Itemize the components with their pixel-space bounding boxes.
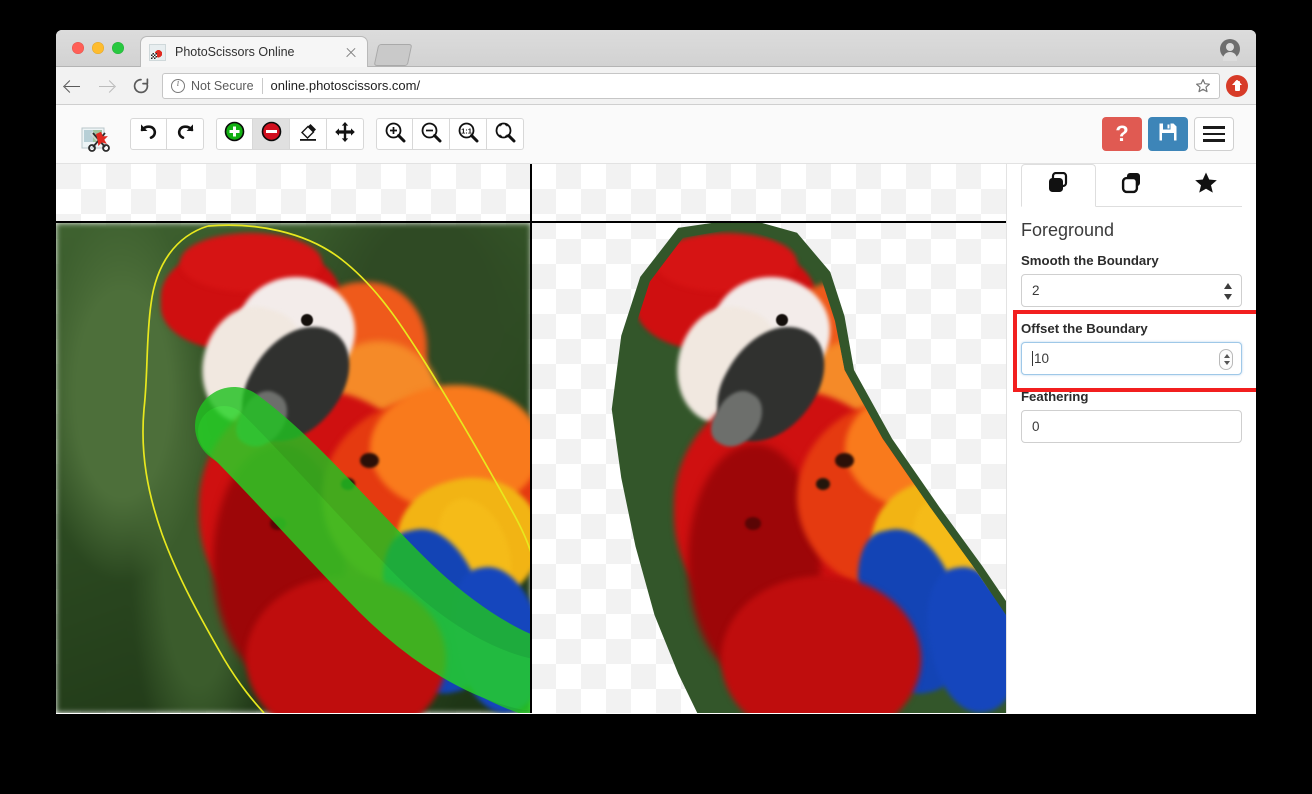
magnifier-plus-icon [384,121,406,148]
forward-arrow-icon [99,79,114,94]
save-button[interactable] [1148,117,1188,151]
forward-button[interactable] [90,67,124,105]
reload-button[interactable] [124,67,158,105]
smooth-the-boundary-input[interactable]: 2 [1021,274,1242,307]
pan-button[interactable] [327,118,364,150]
mark-background-button[interactable] [253,118,290,150]
browser-titlebar: PhotoScissors Online [56,30,1256,67]
work-area: Foreground Smooth the Boundary 2 Offset … [56,164,1256,713]
page-title: Foreground [1021,220,1242,241]
back-arrow-icon [65,79,80,94]
eraser-button[interactable] [290,118,327,150]
offset-the-boundary-value: 10 [1034,351,1049,366]
eraser-icon [297,121,319,148]
profile-avatar-icon[interactable] [1220,39,1240,59]
tab-effects[interactable] [1169,164,1242,207]
zoom-actual-button[interactable]: 1:1 [450,118,487,150]
window-maximize-button[interactable] [112,42,124,54]
feathering-value: 0 [1032,419,1040,434]
smooth-the-boundary-value: 2 [1032,283,1040,298]
filled-layers-icon [1046,172,1072,199]
spinner-arrows-icon[interactable] [1219,349,1233,370]
new-tab-button[interactable] [374,44,413,66]
result-preview-pane[interactable] [531,164,1006,713]
outline-layers-icon [1120,172,1146,199]
star-icon [1193,171,1219,200]
magnifier-minus-icon [420,121,442,148]
floppy-disk-icon [1157,121,1179,148]
undo-button[interactable] [130,118,167,150]
security-status-label: Not Secure [191,79,254,93]
reload-icon [132,77,150,95]
offset-the-boundary-label: Offset the Boundary [1021,321,1242,336]
magnifier-fit-icon [494,121,516,148]
text-caret [1032,351,1033,366]
browser-window: PhotoScissors Online Not Secure online.p… [56,30,1256,714]
svg-text:1:1: 1:1 [461,126,472,135]
tab-title: PhotoScissors Online [175,45,343,59]
source-image-pane[interactable] [56,164,531,713]
undo-arrow-icon [138,121,159,147]
address-bar[interactable]: Not Secure online.photoscissors.com/ [162,73,1220,99]
edit-tools-group [216,118,364,150]
browser-navbar: Not Secure online.photoscissors.com/ [56,67,1256,105]
photoscissors-favicon-icon [149,44,166,61]
omnibox-separator [262,78,263,94]
feathering-input[interactable]: 0 [1021,410,1242,443]
window-close-button[interactable] [72,42,84,54]
tab-foreground[interactable] [1021,164,1096,207]
foreground-brush-stroke [56,164,531,713]
toolbar-right-group: ? [1102,117,1234,151]
magnifier-1to1-icon: 1:1 [457,121,479,148]
feathering-label: Feathering [1021,389,1242,404]
image-canvas[interactable] [56,164,1006,713]
red-minus-icon [261,121,282,147]
move-arrows-icon [334,121,356,148]
update-arrow-icon[interactable] [1226,75,1248,97]
hamburger-menu-icon [1203,126,1225,129]
result-photo [531,223,1006,713]
url-text: online.photoscissors.com/ [271,78,1195,93]
redo-button[interactable] [167,118,204,150]
history-button-group [130,118,204,150]
close-icon[interactable] [343,44,359,60]
menu-button[interactable] [1194,117,1234,151]
photo-top-edge [531,221,1006,223]
tab-background[interactable] [1096,164,1169,207]
bookmark-star-icon[interactable] [1195,78,1211,94]
help-button[interactable]: ? [1102,117,1142,151]
smooth-the-boundary-label: Smooth the Boundary [1021,253,1242,268]
offset-the-boundary-input[interactable]: 10 [1021,342,1242,375]
settings-sidebar: Foreground Smooth the Boundary 2 Offset … [1006,164,1256,713]
zoom-in-button[interactable] [376,118,413,150]
zoom-fit-button[interactable] [487,118,524,150]
pane-divider [530,164,532,713]
green-plus-icon [224,121,245,147]
back-button[interactable] [56,67,90,105]
smooth-the-boundary-group: Smooth the Boundary 2 [1021,253,1242,307]
sidebar-tabs [1021,164,1242,207]
help-label: ? [1115,123,1128,145]
feathering-group: Feathering 0 [1021,389,1242,443]
zoom-tools-group: 1:1 [376,118,524,150]
spinner-arrows-icon[interactable] [1224,283,1233,300]
zoom-out-button[interactable] [413,118,450,150]
hamburger-menu-icon [1203,133,1225,136]
redo-arrow-icon [175,121,196,147]
window-minimize-button[interactable] [92,42,104,54]
mark-foreground-button[interactable] [216,118,253,150]
info-circle-icon[interactable] [171,79,185,93]
browser-tab[interactable]: PhotoScissors Online [140,36,368,67]
photoscissors-logo [78,116,118,152]
hamburger-menu-icon [1203,139,1225,142]
app-toolbar: 1:1 ? [56,105,1256,164]
offset-the-boundary-group: Offset the Boundary 10 [1021,321,1242,375]
